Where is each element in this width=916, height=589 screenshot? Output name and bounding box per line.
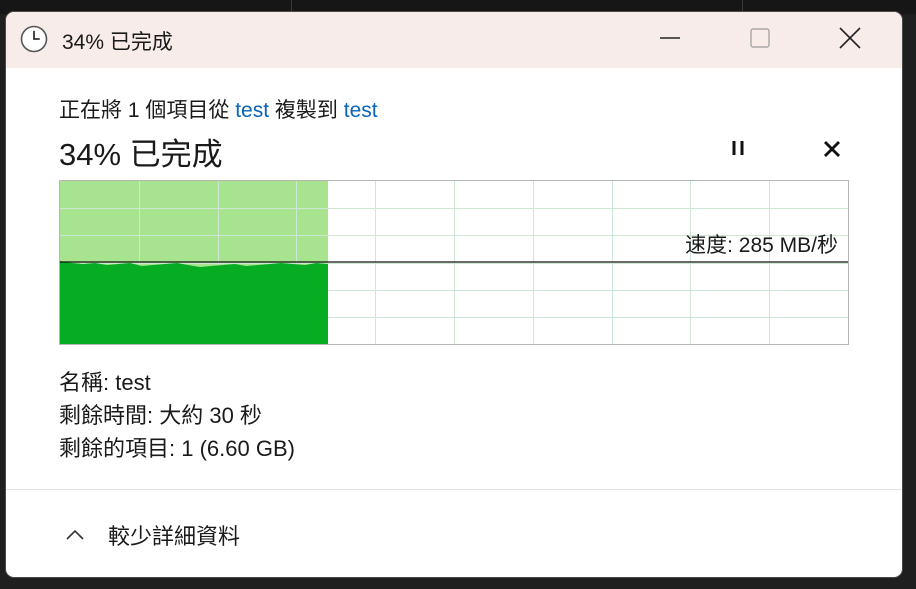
close-button[interactable] bbox=[805, 12, 895, 68]
minimize-icon bbox=[659, 27, 681, 54]
speed-graph: 速度: 285 MB/秒 bbox=[59, 180, 849, 345]
speed-graph-canvas bbox=[60, 181, 848, 344]
minimize-button[interactable] bbox=[625, 12, 715, 68]
destination-folder-link[interactable]: test bbox=[344, 99, 378, 122]
graph-progress-area bbox=[60, 261, 328, 344]
copy-description-middle: 複製到 bbox=[274, 99, 338, 122]
window-title: 34% 已完成 bbox=[62, 31, 173, 54]
close-icon bbox=[839, 26, 861, 54]
clock-icon bbox=[20, 25, 48, 53]
fewer-details-toggle[interactable]: 較少詳細資料 bbox=[64, 515, 240, 555]
chevron-up-icon bbox=[64, 524, 86, 546]
time-remaining: 剩餘時間: 大約 30 秒 bbox=[59, 403, 262, 428]
pause-button[interactable] bbox=[718, 133, 758, 167]
cancel-icon bbox=[823, 140, 841, 163]
cancel-button[interactable] bbox=[812, 134, 852, 168]
file-name: 名稱: test bbox=[59, 370, 151, 395]
details-section: 名稱: test 剩餘時間: 大約 30 秒 剩餘的項目: 1 (6.60 GB… bbox=[59, 366, 295, 465]
maximize-button[interactable] bbox=[715, 12, 805, 68]
items-remaining: 剩餘的項目: 1 (6.60 GB) bbox=[59, 436, 295, 461]
progress-title: 34% 已完成 bbox=[59, 137, 223, 172]
pause-icon bbox=[729, 139, 747, 162]
footer-divider bbox=[6, 489, 902, 490]
fewer-details-label: 較少詳細資料 bbox=[108, 524, 241, 549]
copy-description: 正在將 1 個項目從 test 複製到 test bbox=[59, 94, 378, 124]
source-folder-link[interactable]: test bbox=[235, 99, 269, 122]
maximize-icon bbox=[749, 27, 771, 54]
speed-label: 速度: 285 MB/秒 bbox=[685, 234, 838, 257]
copy-description-prefix: 正在將 1 個項目從 bbox=[59, 99, 230, 122]
copy-progress-dialog: 34% 已完成 正在將 1 個項目從 test 複製到 test 34% 已完成 bbox=[6, 12, 902, 577]
title-bar[interactable]: 34% 已完成 bbox=[6, 12, 902, 68]
